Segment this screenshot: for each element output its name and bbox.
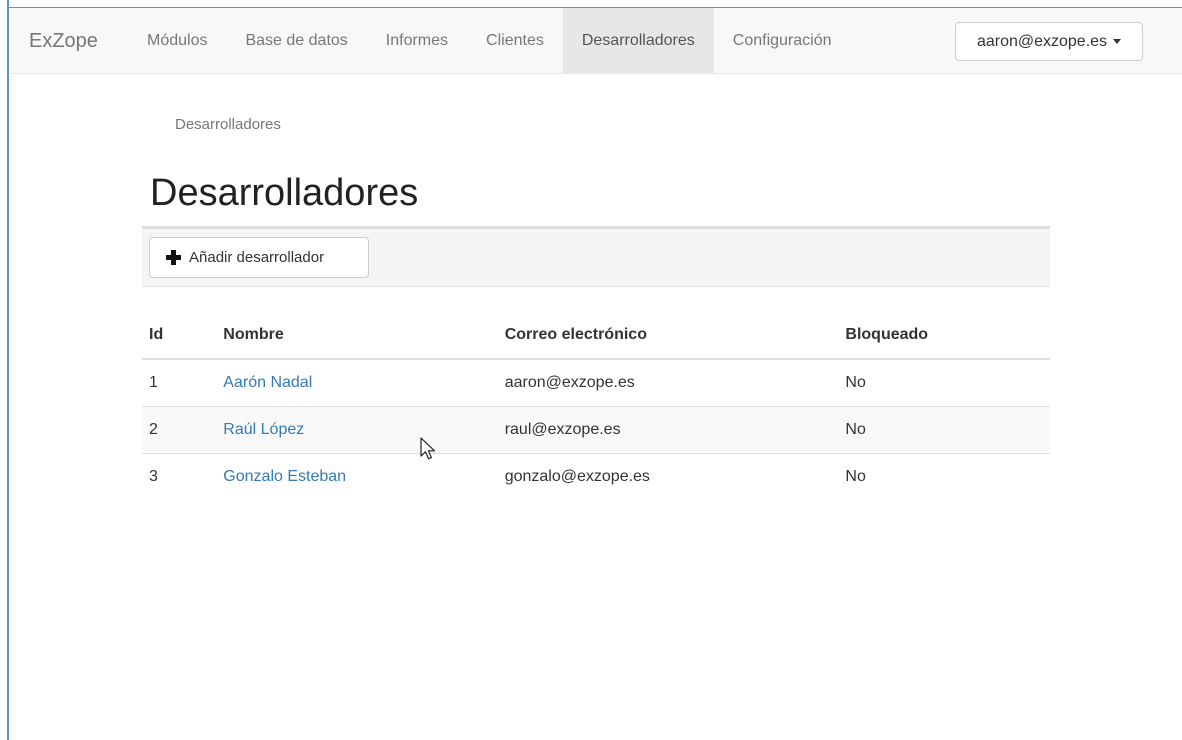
developer-name-link[interactable]: Gonzalo Esteban: [223, 468, 346, 485]
cell-blocked: No: [845, 358, 1050, 407]
cell-id: 3: [142, 453, 224, 500]
nav-item-base-de-datos[interactable]: Base de datos: [226, 8, 366, 74]
column-header-correo[interactable]: Correo electrónico: [504, 312, 846, 360]
user-menu-dropdown[interactable]: aaron@exzope.es: [955, 22, 1143, 61]
cell-name: Aarón Nadal: [223, 358, 505, 407]
nav-item-configuracion[interactable]: Configuración: [714, 8, 851, 74]
brand-logo[interactable]: ExZope: [29, 8, 98, 74]
cell-id: 1: [142, 358, 224, 407]
cell-name: Raúl López: [223, 406, 505, 454]
user-email: aaron@exzope.es: [976, 32, 1108, 50]
nav-item-desarrolladores[interactable]: Desarrolladores: [562, 8, 714, 74]
cell-id: 2: [142, 406, 224, 454]
toolbar: Añadir desarrollador: [142, 226, 1050, 287]
nav-item-modulos[interactable]: Módulos: [128, 8, 226, 74]
page-title: Desarrolladores: [150, 172, 419, 214]
table-row: 3 Gonzalo Esteban gonzalo@exzope.es No: [142, 453, 1050, 500]
window-frame-top: [9, 0, 1182, 8]
developers-table: Id Nombre Correo electrónico Bloqueado 1…: [142, 312, 1050, 500]
column-header-bloqueado[interactable]: Bloqueado: [845, 312, 1050, 360]
top-navbar: ExZope Módulos Base de datos Informes Cl…: [11, 8, 1182, 74]
plus-icon: [166, 250, 181, 265]
cell-email: raul@exzope.es: [504, 406, 846, 454]
developer-name-link[interactable]: Aarón Nadal: [223, 374, 312, 391]
table-header-row: Id Nombre Correo electrónico Bloqueado: [142, 312, 1050, 360]
table-row: 1 Aarón Nadal aaron@exzope.es No: [142, 358, 1050, 407]
add-developer-label: Añadir desarrollador: [189, 249, 325, 266]
main-nav: Módulos Base de datos Informes Clientes …: [128, 8, 851, 74]
caret-down-icon: [1113, 39, 1122, 44]
column-header-nombre[interactable]: Nombre: [223, 312, 505, 360]
table-row: 2 Raúl López raul@exzope.es No: [142, 406, 1050, 454]
mouse-pointer-icon: [420, 437, 436, 460]
add-developer-button[interactable]: Añadir desarrollador: [149, 237, 369, 278]
cell-email: gonzalo@exzope.es: [504, 453, 846, 500]
column-header-id[interactable]: Id: [142, 312, 224, 360]
cell-blocked: No: [845, 453, 1050, 500]
cell-blocked: No: [845, 406, 1050, 454]
cell-name: Gonzalo Esteban: [223, 453, 505, 500]
developer-name-link[interactable]: Raúl López: [223, 421, 304, 438]
cell-email: aaron@exzope.es: [504, 358, 846, 407]
window-frame-left: [0, 0, 9, 740]
nav-item-informes[interactable]: Informes: [367, 8, 467, 74]
nav-item-clientes[interactable]: Clientes: [467, 8, 563, 74]
breadcrumb: Desarrolladores: [175, 116, 281, 133]
